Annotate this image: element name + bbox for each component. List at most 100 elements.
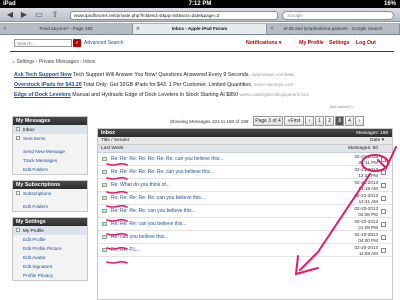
message-select-checkbox[interactable] [381, 235, 386, 240]
close-tab-icon[interactable]: ✕ [3, 24, 7, 34]
next-page-button[interactable]: › [355, 116, 364, 126]
message-select-checkbox[interactable] [381, 196, 386, 201]
browser-search-input[interactable]: Google [282, 11, 394, 20]
message-subject[interactable]: Re: Re: Re: can you believe this... [111, 221, 187, 227]
sidebar-item-sent-items[interactable]: Sent Items [13, 134, 87, 143]
message-date: 02-21-2013 12:41 PM [354, 167, 379, 178]
message-select-checkbox[interactable] [381, 157, 386, 162]
message-read-icon [102, 170, 107, 174]
my-messages-box: My Messages Inbox Sent Items Send New Me… [12, 116, 88, 175]
sidebar-item-edit-folders-subs[interactable]: Edit Folders [13, 202, 87, 211]
group-last-week[interactable]: Last Week Messages: 50 [98, 145, 392, 153]
message-select-checkbox[interactable] [381, 209, 386, 214]
breadcrumb-settings[interactable]: Settings [16, 59, 34, 65]
settings-link[interactable]: Settings [329, 40, 349, 46]
advanced-search-link[interactable]: Advanced Search [84, 40, 123, 46]
sidebar-item-edit-folders[interactable]: Edit Folders [13, 165, 87, 174]
address-bar[interactable]: www.ipadforums.net/private.php?folderid=… [70, 11, 278, 20]
page-1-button[interactable]: 1 [315, 116, 324, 126]
sidebar-item-subscriptions[interactable]: Subscriptions [13, 189, 87, 198]
message-select-checkbox[interactable] [381, 248, 386, 253]
close-tab-icon[interactable]: ✕ [136, 24, 140, 34]
sidebar-item-edit-profile[interactable]: Edit Profile [13, 235, 87, 244]
close-tab-icon[interactable]: ✕ [270, 24, 274, 34]
breadcrumb: ⌂ Settings › Private Messages › Inbox [12, 59, 96, 65]
first-page-button[interactable]: «First [284, 116, 304, 126]
sidebar-item-send-new-message[interactable]: Send New Message [13, 147, 87, 156]
page-3-button[interactable]: 3 [335, 116, 344, 126]
message-row[interactable]: Re: can you believe this... 02-20-2013 04:… [98, 231, 392, 244]
message-subject[interactable]: Re: Re: Re: Re: Re: Re: can you believe … [111, 169, 214, 175]
inbox-panel: Inbox Messages: 198 Title / Sender Date … [97, 128, 393, 300]
page-2-button[interactable]: 2 [325, 116, 334, 126]
message-read-icon [102, 235, 107, 239]
sidebar: My Messages Inbox Sent Items Send New Me… [12, 116, 88, 286]
clock: 7:12 PM [188, 1, 212, 7]
notifications-link[interactable]: Notifications ▾ [246, 40, 281, 46]
share-icon[interactable]: ⇪ [50, 11, 60, 19]
message-row[interactable]: Re: Re: P.L... 02-20-2013 11:58 AM [98, 244, 392, 257]
folder-icon [16, 136, 20, 140]
group-count: Messages: 50 [348, 146, 378, 151]
tab-food-anyone[interactable]: ✕ Food anyone? - Page 183 [0, 24, 133, 34]
title-sender-column[interactable]: Title / Sender [101, 138, 129, 143]
message-subject[interactable]: Re: Re: P.L... [111, 247, 140, 253]
message-row[interactable]: Re: What do you think of... 02-21-2013 01:… [98, 179, 392, 192]
message-date: 02-21-2013 12:41 AM [354, 193, 379, 204]
tab-google-search[interactable]: ✕ el-36 and lymphedema patients - Google… [267, 24, 400, 34]
message-subject[interactable]: Re: What do you think of... [111, 182, 170, 188]
message-select-checkbox[interactable] [381, 222, 386, 227]
message-select-checkbox[interactable] [381, 170, 386, 175]
sidebar-item-inbox[interactable]: Inbox [13, 125, 87, 134]
message-date: 02-20-2013 04:08 PM [354, 206, 379, 217]
breadcrumb-inbox: Inbox [83, 59, 96, 65]
sidebar-item-edit-signature[interactable]: Edit Signature [13, 262, 87, 271]
back-icon[interactable]: ◀ [5, 11, 15, 19]
search-icon: ⌕ [75, 40, 79, 46]
message-read-icon [102, 248, 107, 252]
breadcrumb-private-messages[interactable]: Private Messages [39, 59, 79, 65]
message-date: 02-21-2013 01:18 AM [354, 180, 379, 191]
my-messages-heading: My Messages [13, 117, 87, 125]
ad-block: Ask Tech Support Now Tech Support Will A… [14, 70, 394, 100]
sidebar-item-edit-avatar[interactable]: Edit Avatar [13, 253, 87, 262]
ad-item[interactable]: Overstock iPads for $43.20 Total Only: G… [14, 80, 394, 90]
sidebar-item-profile-privacy[interactable]: Profile Privacy [13, 271, 87, 280]
message-row[interactable]: Re: Re: Re: Re: can you believe this... 0… [98, 205, 392, 218]
ad-item[interactable]: Edge of Dock Levelers Manual and Hydraul… [14, 90, 394, 100]
tab-inbox[interactable]: ✕ Inbox - Apple iPad Forum [133, 24, 267, 34]
sidebar-item-my-profile[interactable]: My Profile [13, 226, 87, 235]
message-date: 02-20-2013 01:09 PM [354, 219, 379, 230]
prev-page-button[interactable]: ‹ [305, 116, 314, 126]
ad-item[interactable]: Ask Tech Support Now Tech Support Will A… [14, 70, 394, 80]
ad-choices-link[interactable]: AdChoices ▷ [330, 104, 354, 109]
forward-icon[interactable]: ▶ [19, 11, 29, 19]
page-of-label[interactable]: Page 3 of 4 [253, 116, 283, 126]
page-4-button[interactable]: 4 [345, 116, 354, 126]
message-read-icon [102, 196, 107, 200]
my-profile-link[interactable]: My Profile [299, 40, 324, 46]
message-subject[interactable]: Re: Re: Re: Re: Re: Re: Re: can you beli… [111, 156, 223, 162]
message-subject[interactable]: Re: Re: Re: Re: Re: can you believe this… [111, 195, 205, 201]
message-row[interactable]: Re: Re: Re: Re: Re: Re: can you believe … [98, 166, 392, 179]
message-subject[interactable]: Re: Re: Re: Re: can you believe this... [111, 208, 196, 214]
message-row[interactable]: Re: Re: Re: can you believe this... 02-20… [98, 218, 392, 231]
message-read-icon [102, 183, 107, 187]
date-column-sort[interactable]: Date ▾ [370, 137, 384, 145]
message-row[interactable]: Re: Re: Re: Re: Re: can you believe this… [98, 192, 392, 205]
message-row[interactable]: Re: Re: Re: Re: Re: Re: Re: can you beli… [98, 153, 392, 166]
search-button[interactable]: ⌕ [73, 39, 81, 47]
message-subject[interactable]: Re: can you believe this... [111, 234, 168, 240]
my-settings-box: My Settings My Profile Edit Profile Edit… [12, 217, 88, 281]
forum-search-input[interactable]: Search... [14, 39, 72, 47]
message-select-checkbox[interactable] [381, 183, 386, 188]
my-subscriptions-box: My Subscriptions Subscriptions Edit Fold… [12, 180, 88, 212]
message-read-icon [102, 222, 107, 226]
logout-link[interactable]: Log Out [356, 40, 376, 46]
sidebar-item-edit-profile-picture[interactable]: Edit Profile Picture [13, 244, 87, 253]
bookmarks-icon[interactable]: ▭ [34, 11, 44, 19]
message-date: 02-20-2013 04:00 PM [354, 232, 379, 243]
sidebar-item-track-messages[interactable]: Track Messages [13, 156, 87, 165]
browser-tab-bar: ✕ Food anyone? - Page 183 ✕ Inbox - Appl… [0, 23, 400, 35]
messages-count: Messages: 198 [356, 130, 388, 135]
